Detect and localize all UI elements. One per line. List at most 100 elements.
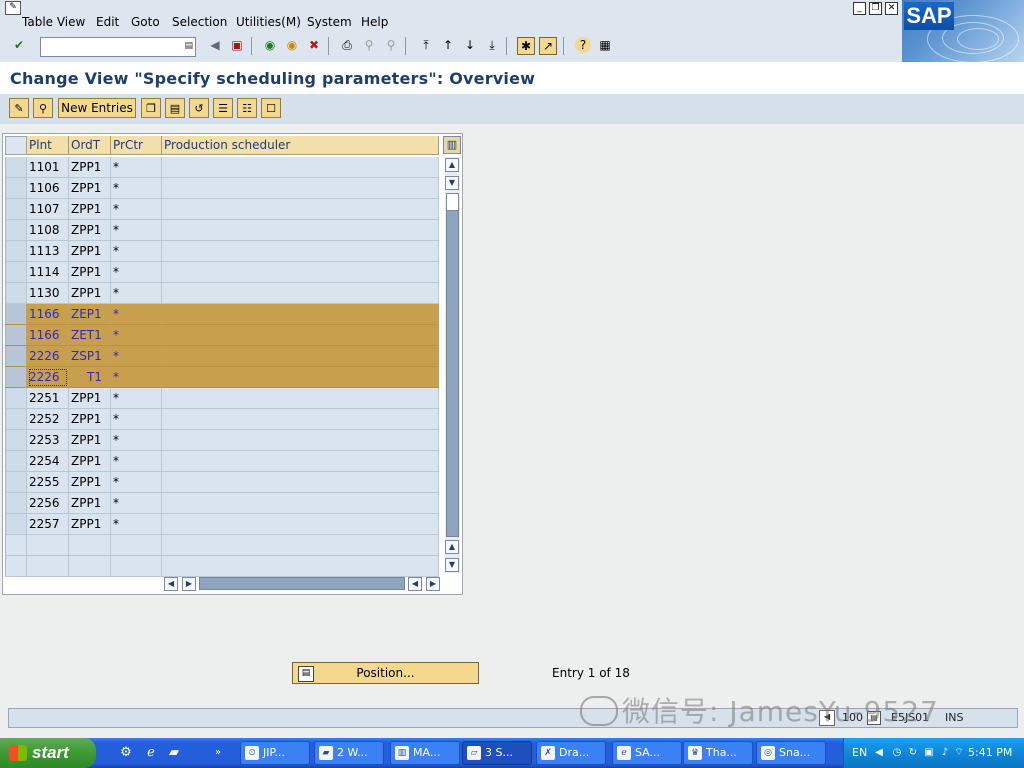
table-row[interactable]: 1113 ZPP1 * [5,241,439,262]
cell-production-scheduler[interactable] [162,367,439,388]
table-row[interactable] [5,535,439,556]
cell-production-scheduler[interactable] [162,178,439,199]
row-selector[interactable] [5,199,27,220]
column-header-plant[interactable]: Plnt [27,136,69,155]
select-block-icon[interactable]: ☷ [237,98,257,118]
cell-profit-center[interactable]: * [111,472,162,493]
menu-system[interactable]: System [307,15,352,29]
cell-plant[interactable]: 1114 [27,262,69,283]
minimize-icon[interactable]: _ [853,2,866,15]
cell-production-scheduler[interactable] [162,304,439,325]
cell-plant[interactable] [27,535,69,556]
restore-icon[interactable]: ❐ [869,2,882,15]
next-page-icon[interactable]: ↓ [462,37,478,53]
cell-profit-center[interactable] [111,556,162,577]
cell-production-scheduler[interactable] [162,409,439,430]
select-all-icon[interactable]: ☰ [213,98,233,118]
table-row[interactable]: 2257 ZPP1 * [5,514,439,535]
row-selector[interactable] [5,304,27,325]
task-sap[interactable]: ℯ SA... [612,741,682,765]
column-header-profit-center[interactable]: PrCtr [111,136,162,155]
language-indicator[interactable]: EN [852,746,867,759]
cell-order-type[interactable] [69,535,111,556]
desktop-quicklaunch-icon[interactable]: ⚙ [118,745,134,761]
cell-production-scheduler[interactable] [162,514,439,535]
cell-production-scheduler[interactable] [162,241,439,262]
select-all-column-header[interactable] [5,136,27,155]
cell-order-type[interactable]: ZPP1 [69,262,111,283]
command-history-icon[interactable]: ▤ [184,41,193,51]
system-menu-icon[interactable]: ✎ [5,1,21,15]
cell-plant[interactable]: 2226 [27,367,69,388]
save-icon[interactable]: ▣ [229,37,245,53]
delete-icon[interactable]: ▤ [165,98,185,118]
row-selector[interactable] [5,430,27,451]
table-row[interactable]: 1114 ZPP1 * [5,262,439,283]
cell-production-scheduler[interactable] [162,493,439,514]
cell-plant[interactable]: 2257 [27,514,69,535]
cell-order-type[interactable]: ZSP1 [69,346,111,367]
vertical-scroll-thumb[interactable] [446,195,459,537]
task-draw[interactable]: ✗ Dra... [536,741,606,765]
tray-arrow-icon[interactable]: ◀ [872,746,886,760]
cell-order-type[interactable]: ZPP1 [69,472,111,493]
cancel-icon[interactable]: ✖ [306,37,322,53]
cell-plant[interactable] [27,556,69,577]
status-insert-mode[interactable]: INS [945,711,963,724]
row-selector[interactable] [5,262,27,283]
cell-production-scheduler[interactable] [162,325,439,346]
cell-profit-center[interactable]: * [111,241,162,262]
print-icon[interactable]: ⎙ [339,37,355,53]
cell-plant[interactable]: 2255 [27,472,69,493]
cell-profit-center[interactable]: * [111,304,162,325]
layout-menu-icon[interactable]: ▦ [597,37,613,53]
scroll-page-down-icon[interactable]: ▼ [445,176,459,190]
row-selector[interactable] [5,514,27,535]
table-row[interactable]: 2254 ZPP1 * [5,451,439,472]
copy-as-icon[interactable]: ❐ [141,98,161,118]
cell-plant[interactable]: 1108 [27,220,69,241]
new-entries-button[interactable]: New Entries [58,98,136,118]
cell-profit-center[interactable]: * [111,178,162,199]
table-row[interactable]: 2226 T1 * [5,367,439,388]
cell-production-scheduler[interactable] [162,262,439,283]
close-window-icon[interactable]: ✕ [885,2,898,15]
cell-plant[interactable]: 1166 [27,304,69,325]
cell-profit-center[interactable]: * [111,262,162,283]
table-row[interactable]: 1106 ZPP1 * [5,178,439,199]
cell-order-type[interactable]: ZPP1 [69,283,111,304]
cell-production-scheduler[interactable] [162,220,439,241]
table-row[interactable]: 2251 ZPP1 * [5,388,439,409]
vertical-scroll-thumb-cap[interactable] [446,193,459,211]
cell-profit-center[interactable]: * [111,346,162,367]
table-row[interactable]: 1108 ZPP1 * [5,220,439,241]
command-field[interactable]: ▤ [40,37,196,57]
cell-order-type[interactable]: ZET1 [69,325,111,346]
enter-checkmark-icon[interactable]: ✔ [11,37,27,53]
cell-order-type[interactable]: ZPP1 [69,199,111,220]
display-change-icon[interactable]: ✎ [9,98,29,118]
row-selector[interactable] [5,493,27,514]
cell-production-scheduler[interactable] [162,451,439,472]
cell-plant[interactable]: 2253 [27,430,69,451]
display-icon[interactable]: ⚲ [33,98,53,118]
cell-profit-center[interactable]: * [111,283,162,304]
row-selector[interactable] [5,178,27,199]
menu-goto[interactable]: Goto [131,15,160,29]
scroll-down-icon[interactable]: ▼ [445,558,459,572]
menu-edit[interactable]: Edit [96,15,119,29]
cell-profit-center[interactable]: * [111,220,162,241]
table-row[interactable]: 2256 ZPP1 * [5,493,439,514]
row-selector[interactable] [5,157,27,178]
cell-profit-center[interactable]: * [111,493,162,514]
row-selector[interactable] [5,535,27,556]
horizontal-scroll-thumb[interactable] [199,577,405,590]
task-windows-explorer[interactable]: ▰ 2 W... [314,741,384,765]
cell-plant[interactable]: 2226 [27,346,69,367]
deselect-all-icon[interactable]: ☐ [261,98,281,118]
row-selector[interactable] [5,451,27,472]
cell-production-scheduler[interactable] [162,157,439,178]
cell-profit-center[interactable]: * [111,199,162,220]
cell-order-type[interactable]: ZPP1 [69,514,111,535]
cell-profit-center[interactable] [111,535,162,556]
